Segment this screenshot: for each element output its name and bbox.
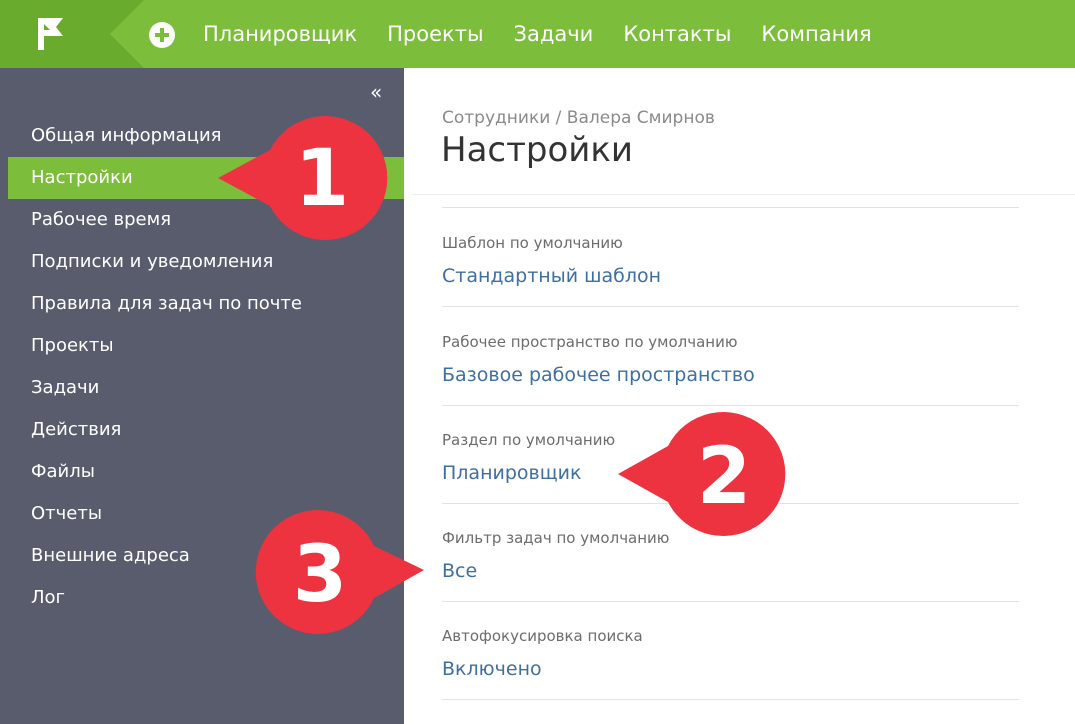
callout-1: 1 [218,116,388,240]
field-search-autofocus: Автофокусировка поиска Включено [442,601,1019,700]
field-default-workspace: Рабочее пространство по умолчанию Базово… [442,307,1019,406]
field-label: Автофокусировка поиска [442,627,643,645]
callout-1-number: 1 [295,134,349,224]
flag-icon [38,18,63,50]
field-value-link[interactable]: Планировщик [442,462,581,484]
nav-item-projects[interactable]: Проекты [387,22,483,46]
callout-3-number: 3 [293,530,347,620]
nav-item-planner[interactable]: Планировщик [203,22,357,46]
field-default-template: Шаблон по умолчанию Стандартный шаблон [442,208,1019,307]
sidebar-item-tasks[interactable]: Задачи [8,367,404,409]
double-chevron-left-icon[interactable]: « [370,82,382,102]
header-divider [412,194,1075,195]
field-value-link[interactable]: Базовое рабочее пространство [442,364,755,386]
plus-circle-icon[interactable] [149,22,175,48]
field-label: Раздел по умолчанию [442,431,616,449]
main-nav: Планировщик Проекты Задачи Контакты Комп… [203,0,902,68]
nav-item-company[interactable]: Компания [761,22,871,46]
field-value-link[interactable]: Включено [442,658,542,680]
sidebar-item-actions[interactable]: Действия [8,409,404,451]
sidebar-item-projects[interactable]: Проекты [8,325,404,367]
field-value-link[interactable]: Все [442,560,477,582]
top-navigation-bar: Планировщик Проекты Задачи Контакты Комп… [0,0,1075,68]
breadcrumb[interactable]: Сотрудники / Валера Смирнов [442,108,715,128]
callout-3: 3 [255,510,424,634]
nav-item-tasks[interactable]: Задачи [514,22,594,46]
callout-2-number: 2 [697,432,751,522]
callout-2: 2 [618,412,786,536]
sidebar-item-mail-rules[interactable]: Правила для задач по почте [8,283,404,325]
nav-item-contacts[interactable]: Контакты [623,22,731,46]
field-label: Рабочее пространство по умолчанию [442,333,738,351]
logo-arrow-decoration [110,0,144,68]
logo[interactable] [0,0,110,68]
field-label: Шаблон по умолчанию [442,234,623,252]
page-title: Настройки [441,130,634,170]
field-value-link[interactable]: Стандартный шаблон [442,265,661,287]
sidebar-item-files[interactable]: Файлы [8,451,404,493]
